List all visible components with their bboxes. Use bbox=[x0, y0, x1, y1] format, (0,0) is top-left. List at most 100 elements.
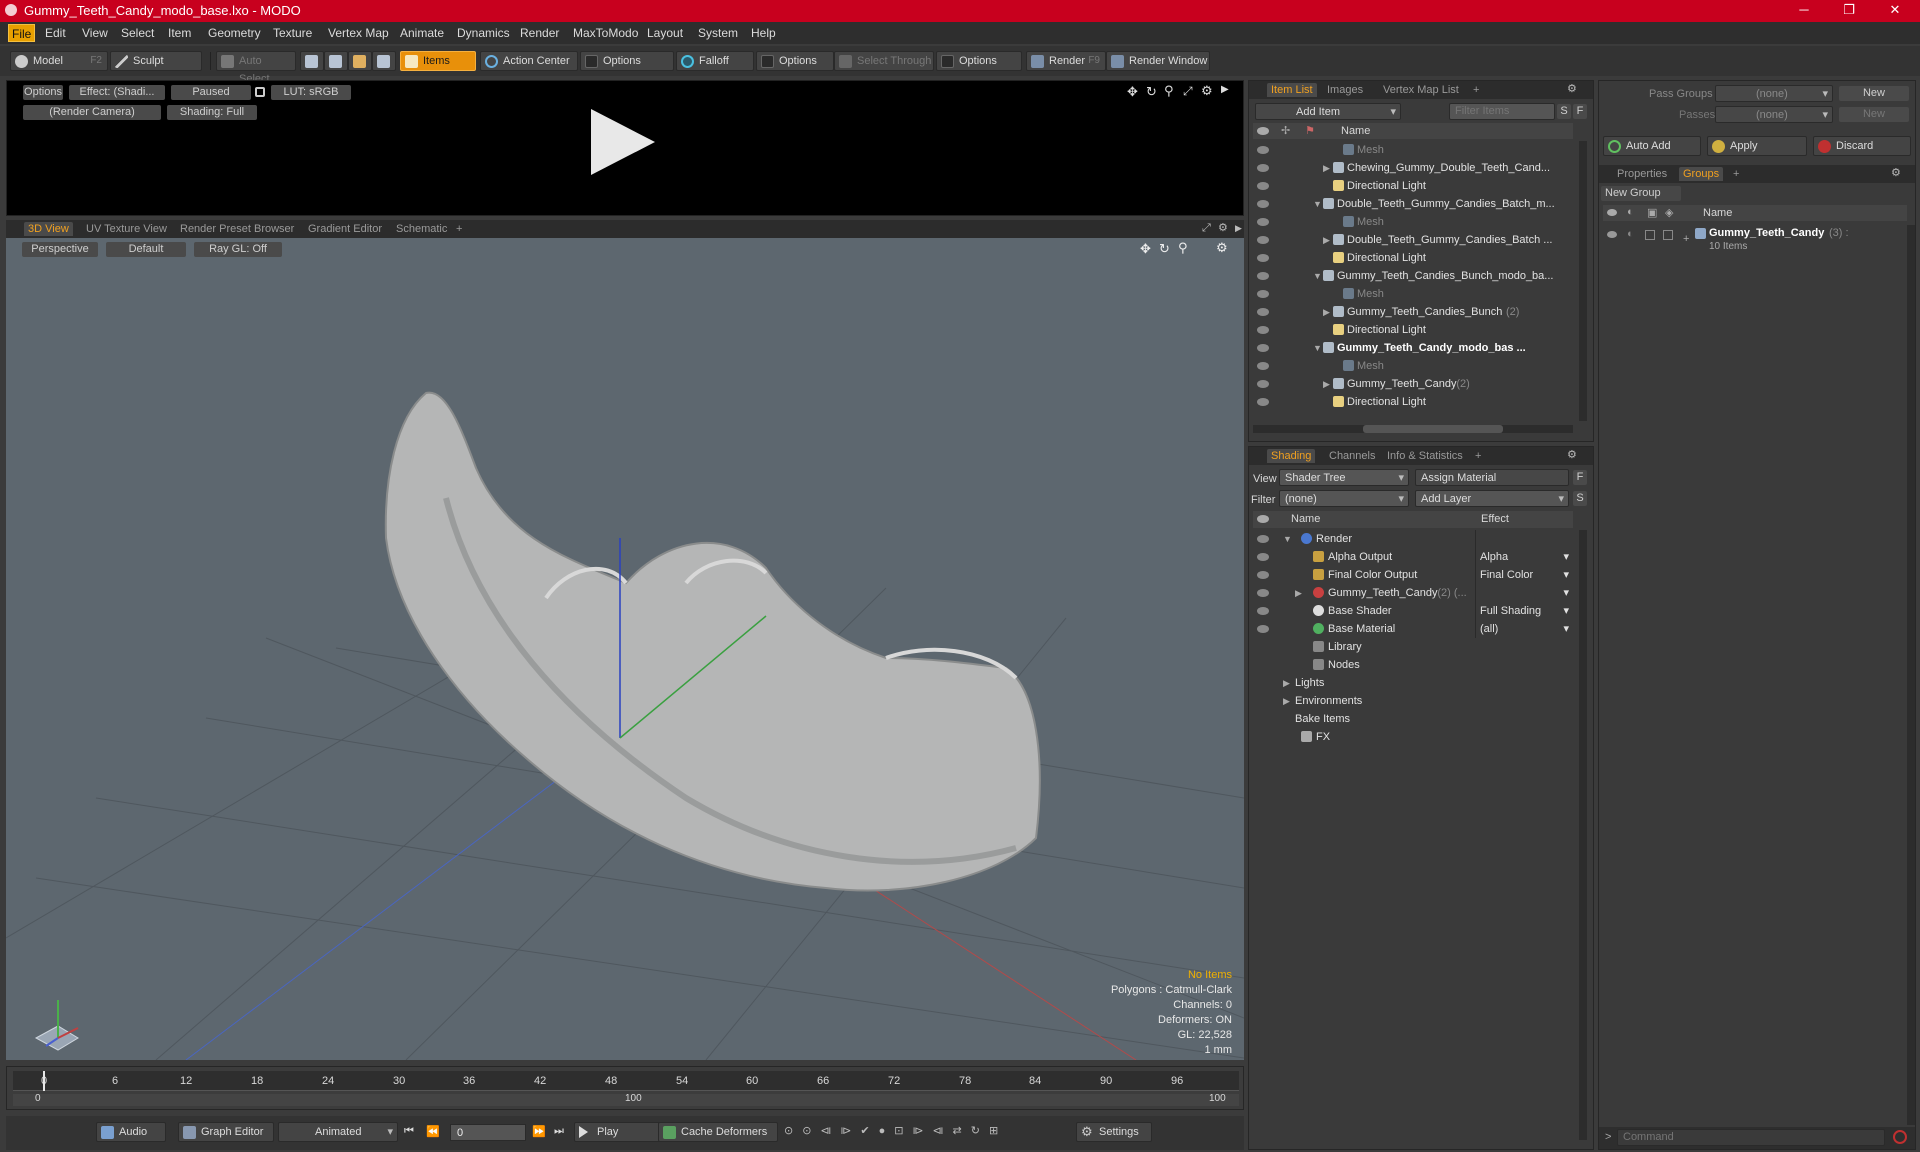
effect-dropdown[interactable]: (all) ▾ bbox=[1475, 620, 1573, 638]
new-pass-button[interactable]: New bbox=[1839, 107, 1909, 122]
polygons-mode-button[interactable] bbox=[348, 51, 372, 71]
add-tab-button[interactable]: + bbox=[452, 222, 466, 236]
menu-system[interactable]: System bbox=[698, 26, 738, 40]
skip-start-icon[interactable]: ⏮ bbox=[404, 1125, 414, 1138]
panel-menu-icon[interactable]: ▶ bbox=[1235, 223, 1242, 234]
shader-row[interactable]: Base Material (all) ▾ bbox=[1253, 620, 1573, 638]
visibility-eye-icon[interactable] bbox=[1607, 231, 1617, 238]
shader-row[interactable]: Final Color Output Final Color ▾ bbox=[1253, 566, 1573, 584]
auto-add-button[interactable]: Auto Add bbox=[1603, 136, 1701, 156]
tab-item-list[interactable]: Item List bbox=[1267, 83, 1317, 97]
menu-help[interactable]: Help bbox=[751, 26, 776, 40]
raygl-dropdown[interactable]: Ray GL: Off bbox=[194, 242, 282, 257]
menu-edit[interactable]: Edit bbox=[45, 26, 66, 40]
effect-dropdown[interactable]: Full Shading ▾ bbox=[1475, 602, 1573, 620]
rotate-view-icon[interactable]: ↻ bbox=[1159, 241, 1170, 257]
items-mode-button[interactable]: Items bbox=[400, 51, 476, 71]
item-row[interactable]: ▼ Gummy_Teeth_Candies_Bunch_modo_ba... bbox=[1253, 267, 1573, 285]
item-row[interactable]: ▼ Gummy_Teeth_Candy_modo_bas ... bbox=[1253, 339, 1573, 357]
model-button[interactable]: Model F2 bbox=[10, 51, 108, 71]
visibility-eye-icon[interactable] bbox=[1257, 164, 1269, 172]
visibility-eye-icon[interactable] bbox=[1257, 625, 1269, 633]
effect-dropdown[interactable] bbox=[1475, 530, 1573, 548]
collapse-arrow-icon[interactable]: ▼ bbox=[1283, 530, 1292, 548]
viewport-gear-icon[interactable]: ⚙ bbox=[1216, 240, 1228, 256]
add-tab-button[interactable]: + bbox=[1729, 167, 1743, 181]
preview-camera-dropdown[interactable]: (Render Camera) bbox=[23, 105, 161, 120]
visibility-eye-icon[interactable] bbox=[1257, 200, 1269, 208]
settings-button[interactable]: ⚙ Settings bbox=[1076, 1122, 1152, 1142]
zoom-view-icon[interactable]: ⚲ bbox=[1178, 240, 1188, 256]
panel-gear-icon[interactable]: ⚙ bbox=[1567, 448, 1577, 461]
effect-dropdown[interactable]: ▾ bbox=[1475, 584, 1573, 602]
move-view-icon[interactable]: ✥ bbox=[1127, 84, 1138, 100]
default-dropdown[interactable]: Default bbox=[106, 242, 186, 257]
zoom-view-icon[interactable]: ⚲ bbox=[1164, 83, 1174, 99]
effect-dropdown[interactable]: Alpha ▾ bbox=[1475, 548, 1573, 566]
perspective-dropdown[interactable]: Perspective bbox=[22, 242, 98, 257]
item-row[interactable]: Mesh bbox=[1253, 285, 1573, 303]
expand-arrow-icon[interactable]: ▶ bbox=[1323, 303, 1330, 321]
visibility-eye-icon[interactable] bbox=[1257, 146, 1269, 154]
falloff-options-button[interactable]: Options bbox=[756, 51, 834, 71]
move-view-icon[interactable]: ✥ bbox=[1140, 241, 1151, 257]
passes-dropdown[interactable]: (none) bbox=[1715, 106, 1833, 124]
menu-render[interactable]: Render bbox=[520, 26, 559, 40]
materials-mode-button[interactable] bbox=[372, 51, 396, 71]
shader-row[interactable]: FX bbox=[1253, 728, 1573, 746]
menu-select[interactable]: Select bbox=[121, 26, 154, 40]
shader-row[interactable]: ▼ Render bbox=[1253, 530, 1573, 548]
shader-row[interactable]: Nodes bbox=[1253, 656, 1573, 674]
add-layer-dropdown[interactable]: Add Layer bbox=[1415, 490, 1569, 508]
effect-column-header[interactable]: Effect bbox=[1481, 513, 1509, 525]
item-row[interactable]: Directional Light bbox=[1253, 177, 1573, 195]
name-column-header[interactable]: Name bbox=[1341, 125, 1370, 137]
tab-uv-texture-view[interactable]: UV Texture View bbox=[82, 222, 171, 236]
menu-view[interactable]: View bbox=[82, 26, 108, 40]
view-dropdown[interactable]: Shader Tree bbox=[1279, 469, 1409, 487]
render-button[interactable]: Render F9 bbox=[1026, 51, 1106, 71]
command-input[interactable] bbox=[1617, 1129, 1885, 1146]
item-list-vscrollbar[interactable] bbox=[1579, 141, 1587, 421]
collapse-arrow-icon[interactable]: ▼ bbox=[1313, 267, 1322, 285]
visibility-eye-icon[interactable] bbox=[1257, 571, 1269, 579]
pass-groups-dropdown[interactable]: (none) bbox=[1715, 85, 1833, 103]
name-column-header[interactable]: Name bbox=[1291, 513, 1320, 525]
shader-row[interactable]: Base Shader Full Shading ▾ bbox=[1253, 602, 1573, 620]
playhead[interactable] bbox=[43, 1071, 45, 1091]
scroll-thumb[interactable] bbox=[1363, 425, 1503, 433]
expand-arrow-icon[interactable]: ▶ bbox=[1323, 159, 1330, 177]
add-item-dropdown[interactable]: Add Item bbox=[1255, 103, 1401, 121]
preview-options-button[interactable]: Options bbox=[23, 85, 63, 100]
select-through-button[interactable]: Select Through bbox=[834, 51, 934, 71]
visibility-eye-icon[interactable] bbox=[1257, 535, 1269, 543]
filter-dropdown[interactable]: (none) bbox=[1279, 490, 1409, 508]
play-button[interactable]: Play bbox=[574, 1122, 660, 1142]
visibility-eye-icon[interactable] bbox=[1257, 362, 1269, 370]
add-tab-button[interactable]: + bbox=[1469, 83, 1483, 97]
expand-arrow-icon[interactable]: ▶ bbox=[1283, 674, 1290, 692]
auto-select-button[interactable]: Auto Select bbox=[216, 51, 296, 85]
menu-file[interactable]: File bbox=[8, 24, 36, 42]
collapse-arrow-icon[interactable]: ▼ bbox=[1313, 339, 1322, 357]
menu-geometry[interactable]: Geometry bbox=[208, 26, 261, 40]
groups-vscrollbar[interactable] bbox=[1907, 225, 1915, 1125]
render-toggle-icon[interactable]: ◐ bbox=[1627, 228, 1634, 240]
minimize-button[interactable]: ─ bbox=[1789, 2, 1819, 17]
tab-gradient-editor[interactable]: Gradient Editor bbox=[304, 222, 386, 236]
preview-shading-dropdown[interactable]: Shading: Full bbox=[167, 105, 257, 120]
tab-channels[interactable]: Channels bbox=[1325, 449, 1379, 463]
audio-button[interactable]: Audio bbox=[96, 1122, 166, 1142]
item-row[interactable]: ▶ Gummy_Teeth_Candy (2) bbox=[1253, 375, 1573, 393]
shader-row[interactable]: Bake Items bbox=[1253, 710, 1573, 728]
item-row[interactable]: Directional Light bbox=[1253, 249, 1573, 267]
visibility-eye-icon[interactable] bbox=[1257, 218, 1269, 226]
item-row[interactable]: Directional Light bbox=[1253, 393, 1573, 411]
shader-row[interactable]: ▶ Environments bbox=[1253, 692, 1573, 710]
menu-texture[interactable]: Texture bbox=[273, 26, 312, 40]
shader-row[interactable]: Library bbox=[1253, 638, 1573, 656]
maximize-button[interactable]: ❐ bbox=[1834, 2, 1864, 18]
visibility-eye-icon[interactable] bbox=[1257, 380, 1269, 388]
visibility-eye-icon[interactable] bbox=[1257, 272, 1269, 280]
preview-lut-dropdown[interactable]: LUT: sRGB bbox=[271, 85, 351, 100]
